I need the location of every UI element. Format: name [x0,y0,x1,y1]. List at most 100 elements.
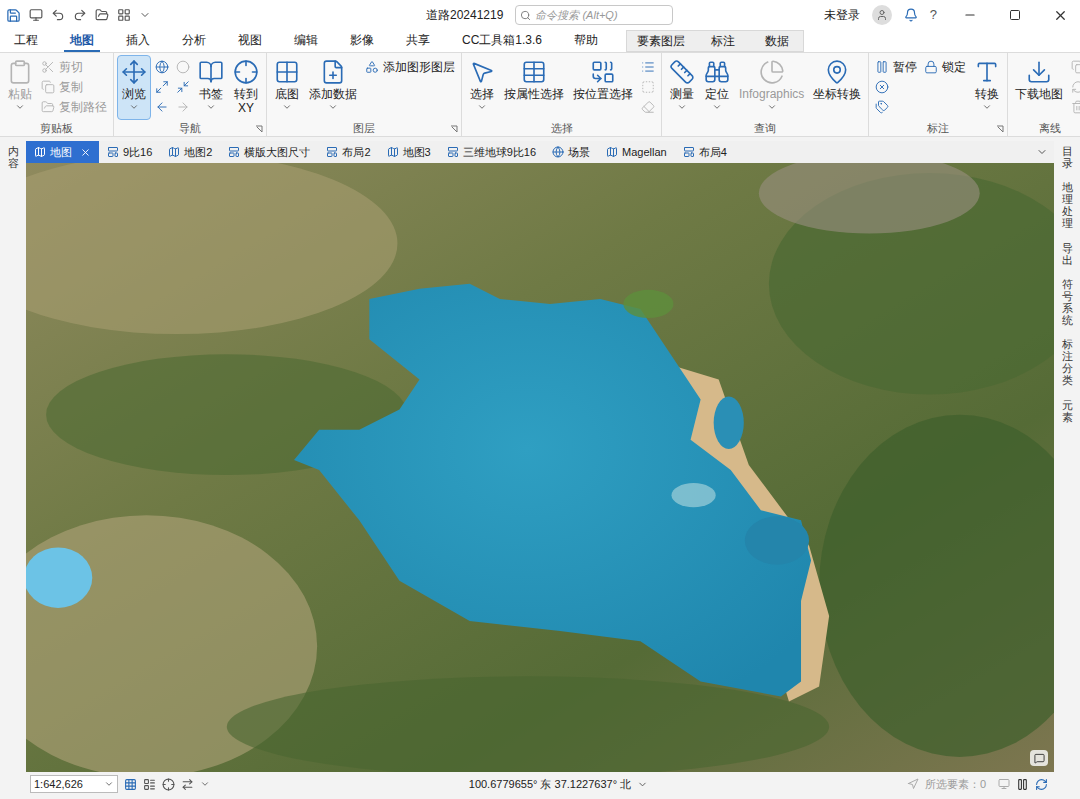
dock-pane-tab[interactable]: 内容 [8,141,19,173]
contextual-tab[interactable]: 标注 [707,32,739,50]
ribbon-large-button[interactable]: Infographics [735,55,808,120]
ribbon-icon-button[interactable] [1068,57,1080,77]
table-icon[interactable] [143,778,156,791]
ribbon-button-column: 暂停 [872,55,920,117]
quick-access-icon[interactable] [73,8,87,22]
ribbon-large-button[interactable]: 添加数据 [305,55,361,120]
dock-pane-tab[interactable]: 目录 [1062,141,1073,173]
ribbon-small-button[interactable]: 暂停 [872,57,920,77]
document-tab[interactable]: 地图3 [379,141,439,163]
ribbon-icon-button[interactable] [173,57,193,77]
dock-pane-tab[interactable]: 地理处理 [1062,177,1073,233]
dialog-launcher-icon[interactable] [996,125,1004,133]
ribbon-large-button[interactable]: 转换 [970,55,1004,120]
ribbon-small-button[interactable]: 锁定 [921,57,969,77]
quick-access-icon[interactable] [51,8,65,22]
ribbon-icon-button[interactable] [638,57,658,77]
grid-icon[interactable] [124,778,137,791]
ribbon-icon-button[interactable] [1068,77,1080,97]
avatar-icon[interactable] [872,5,892,25]
display-icon[interactable] [998,778,1010,790]
document-tab[interactable]: 9比16 [99,141,160,163]
ribbon-tab[interactable]: 编辑 [288,30,324,52]
dialog-launcher-icon[interactable] [450,125,458,133]
maximize-icon[interactable] [1009,9,1021,21]
map-view[interactable] [26,163,1054,772]
user-label[interactable]: 未登录 [824,6,860,24]
ribbon-icon-button[interactable] [1068,97,1080,117]
notification-icon[interactable] [904,8,918,22]
ribbon-large-button[interactable]: 定位 [700,55,734,120]
customize-icon[interactable] [139,9,151,21]
ribbon-large-button[interactable]: 转到XY [229,55,263,120]
snapping-icon[interactable] [162,778,175,791]
ribbon-tab[interactable]: 工程 [8,30,44,52]
ribbon-small-button[interactable]: 剪切 [38,57,110,77]
tab-list-icon[interactable] [1036,146,1048,158]
ribbon-tab[interactable]: 分析 [176,30,212,52]
dock-pane-tab[interactable]: 符号系统 [1062,274,1073,330]
ribbon-icon-button[interactable] [638,77,658,97]
ribbon-small-button[interactable]: 复制 [38,77,110,97]
dock-pane-tab[interactable]: 元素 [1062,395,1073,427]
map-imagery[interactable] [26,163,1054,772]
ribbon-large-button[interactable]: 坐标转换 [809,55,865,120]
dock-pane-tab[interactable]: 导出 [1062,238,1073,270]
ribbon-icon-button[interactable] [173,97,193,117]
document-tab[interactable]: 三维地球9比16 [439,141,544,163]
minimize-icon[interactable] [963,8,977,22]
coordinate-format-icon[interactable] [637,779,648,790]
ribbon-icon-button[interactable] [152,97,172,117]
close-tab-icon[interactable] [80,147,91,158]
ribbon-large-button[interactable]: 按位置选择 [569,55,637,120]
document-tab[interactable]: Magellan [598,141,675,163]
ribbon-large-button[interactable]: 测量 [665,55,699,120]
quick-access-icon[interactable] [29,8,43,22]
ribbon-icon-button[interactable] [152,57,172,77]
center-column: 地图9比16地图2横版大图尺寸布局2地图3三维地球9比16场景Magellan布… [26,141,1054,796]
document-tab[interactable]: 横版大图尺寸 [220,141,318,163]
refresh-icon[interactable] [1035,778,1048,791]
dock-pane-tab[interactable]: 标注分类 [1062,334,1073,390]
sync-icon[interactable] [181,778,194,791]
ribbon-tab[interactable]: 视图 [232,30,268,52]
help-button[interactable]: ? [930,5,937,25]
ribbon-tab[interactable]: CC工具箱1.3.6 [456,30,548,52]
close-icon[interactable] [1053,8,1068,23]
ribbon-large-button[interactable]: 粘贴 [3,55,37,120]
ribbon-large-button[interactable]: 下载地图 [1011,55,1067,120]
quick-access-icon[interactable] [117,8,131,22]
document-tab[interactable]: 布局2 [318,141,378,163]
ribbon-large-button[interactable]: 选择 [465,55,499,120]
document-tab[interactable]: 地图 [26,141,99,163]
ribbon-tab[interactable]: 共享 [400,30,436,52]
ribbon-icon-button[interactable] [173,77,193,97]
ribbon-icon-button[interactable] [152,77,172,97]
ribbon-tab[interactable]: 地图 [64,30,100,52]
command-search[interactable]: 命令搜索 (Alt+Q) [515,5,673,25]
ribbon-icon-button[interactable] [872,97,920,117]
ribbon-tab[interactable]: 帮助 [568,30,604,52]
document-tab[interactable]: 布局4 [675,141,735,163]
contextual-tab[interactable]: 数据 [761,32,793,50]
ribbon-small-button[interactable]: 复制路径 [38,97,110,117]
ribbon-icon-button[interactable] [638,97,658,117]
pause-drawing-icon[interactable] [1016,778,1029,791]
tool-icon [1071,100,1080,114]
document-tab[interactable]: 场景 [544,141,598,163]
ribbon-large-button[interactable]: 书签 [194,55,228,120]
ribbon-large-button[interactable]: 按属性选择 [500,55,568,120]
ribbon-tab[interactable]: 影像 [344,30,380,52]
quick-access-icon[interactable] [95,8,109,22]
attribution-button[interactable] [1030,750,1048,766]
scale-dropdown[interactable]: 1:642,626 [30,775,118,793]
ribbon-small-button[interactable]: 添加图形图层 [362,57,458,77]
ribbon-large-button[interactable]: 浏览 [117,55,151,120]
dropdown-icon [477,102,487,112]
ribbon-icon-button[interactable] [872,77,920,97]
ribbon-tab[interactable]: 插入 [120,30,156,52]
save-icon[interactable] [6,8,21,23]
dialog-launcher-icon[interactable] [255,125,263,133]
document-tab[interactable]: 地图2 [160,141,220,163]
ribbon-large-button[interactable]: 底图 [270,55,304,120]
